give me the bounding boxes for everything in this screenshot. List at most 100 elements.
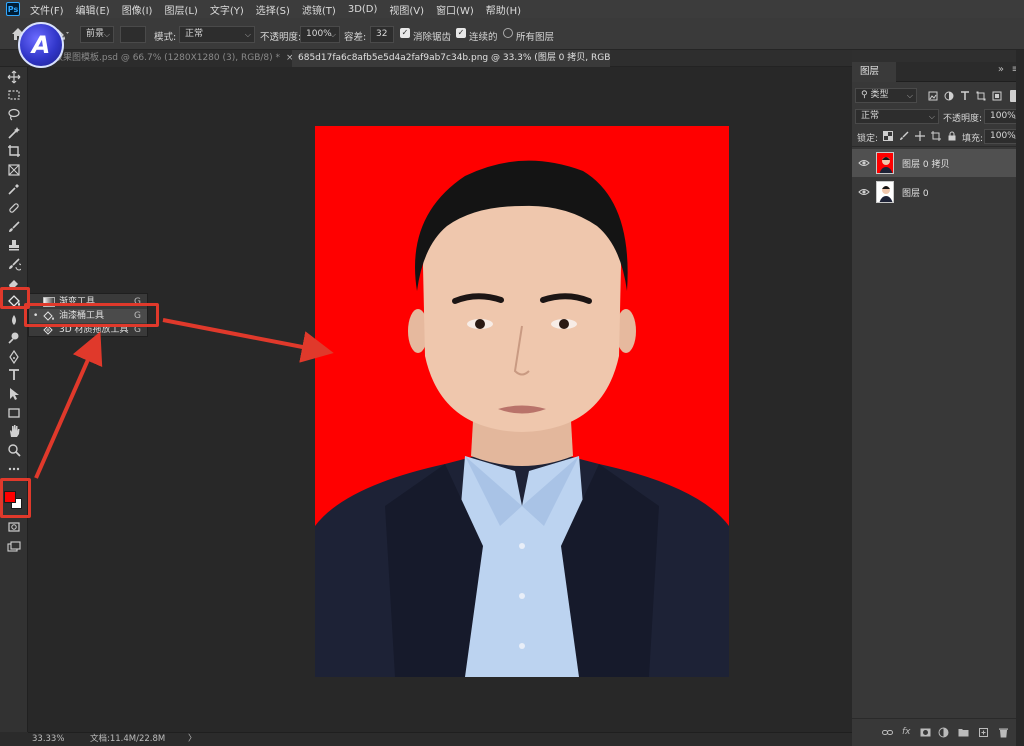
history-brush-tool-icon[interactable] xyxy=(5,256,23,272)
options-bar: 前景 ⌵ 模式: 正常 ⌵ 不透明度: 100% ⌵ 容差: 32 ✓ 消除锯齿 ✓ … xyxy=(0,18,1024,50)
smart-object-filter-icon[interactable] xyxy=(992,91,1002,101)
menu-select[interactable]: 选择(S) xyxy=(256,2,290,17)
divider xyxy=(852,146,1024,147)
layer-filter-select[interactable]: ⚲ 类型 ⌵ xyxy=(855,88,917,103)
eye-icon[interactable] xyxy=(858,186,870,198)
add-mask-icon[interactable] xyxy=(920,727,931,738)
tab-layers[interactable]: 图层 xyxy=(852,62,896,82)
fx-icon[interactable]: fx xyxy=(902,727,913,738)
zoom-tool-icon[interactable] xyxy=(5,442,23,458)
tools-panel xyxy=(0,67,28,732)
menu-layer[interactable]: 图层(L) xyxy=(164,2,197,17)
eye-icon[interactable] xyxy=(858,157,870,169)
all-layers-checkbox[interactable] xyxy=(503,28,513,38)
lock-pixels-icon[interactable] xyxy=(899,131,909,141)
delete-layer-icon[interactable] xyxy=(998,727,1009,738)
layer-name: 图层 0 xyxy=(902,189,929,199)
antialias-checkbox[interactable]: ✓ xyxy=(400,28,410,38)
rectangle-tool-icon[interactable] xyxy=(5,405,23,421)
shape-filter-icon[interactable] xyxy=(976,91,986,101)
lock-label: 锁定: xyxy=(857,134,879,144)
layer-row-original[interactable]: 图层 0 xyxy=(852,178,1024,206)
link-layers-icon[interactable] xyxy=(882,727,893,738)
menu-view[interactable]: 视图(V) xyxy=(389,2,424,17)
opacity-value: 100% xyxy=(306,29,332,39)
zoom-level[interactable]: 33.33% xyxy=(32,733,64,746)
menu-help[interactable]: 帮助(H) xyxy=(486,2,521,17)
lock-artboard-icon[interactable] xyxy=(931,131,941,141)
new-group-icon[interactable] xyxy=(958,727,969,738)
opacity-field[interactable]: 100% ⌵ xyxy=(300,26,340,43)
marquee-tool-icon[interactable] xyxy=(5,87,23,103)
layer-filter-value: 类型 xyxy=(870,90,889,100)
lock-position-icon[interactable] xyxy=(915,131,925,141)
menu-filter[interactable]: 滤镜(T) xyxy=(302,2,336,17)
screen-mode-icon[interactable] xyxy=(5,539,23,555)
layer-thumbnail xyxy=(876,181,894,203)
chevron-down-icon: ⌵ xyxy=(244,30,251,39)
lasso-tool-icon[interactable] xyxy=(5,106,23,122)
tab-label: 对比效果图模板.psd @ 66.7% (1280X1280 (3), RGB/… xyxy=(36,53,280,63)
menu-window[interactable]: 窗口(W) xyxy=(436,2,474,17)
blur-tool-icon[interactable] xyxy=(5,312,23,328)
adjustment-filter-icon[interactable] xyxy=(944,91,954,101)
blend-mode-value: 正常 xyxy=(861,111,880,121)
menu-edit[interactable]: 编辑(E) xyxy=(76,2,110,17)
pattern-swatch[interactable] xyxy=(120,26,146,43)
status-spacer xyxy=(0,732,28,746)
blend-mode-select[interactable]: 正常 ⌵ xyxy=(855,109,939,124)
move-tool-icon[interactable] xyxy=(5,69,23,85)
layer-row-copy[interactable]: 图层 0 拷贝 xyxy=(852,149,1024,177)
layer-name: 图层 0 拷贝 xyxy=(902,160,950,170)
healing-brush-tool-icon[interactable] xyxy=(5,200,23,216)
lock-all-icon[interactable] xyxy=(947,131,957,141)
document-tab-2[interactable]: 685d17fa6c8afb5e5d4a2faf9ab7c34b.png @ 3… xyxy=(292,50,610,67)
document-tab-bar: 对比效果图模板.psd @ 66.7% (1280X1280 (3), RGB/… xyxy=(0,50,852,67)
type-tool-icon[interactable] xyxy=(5,367,23,383)
crop-tool-icon[interactable] xyxy=(5,143,23,159)
antialias-label: 消除锯齿 xyxy=(413,32,452,43)
menu-image[interactable]: 图像(I) xyxy=(122,2,153,17)
menu-3d[interactable]: 3D(D) xyxy=(348,4,378,15)
menu-type[interactable]: 文字(Y) xyxy=(210,2,244,17)
brush-tool-icon[interactable] xyxy=(5,219,23,235)
dodge-tool-icon[interactable] xyxy=(5,330,23,346)
lock-transparent-icon[interactable] xyxy=(883,131,893,141)
layer-opacity-label: 不透明度: xyxy=(943,114,983,124)
tolerance-label: 容差: xyxy=(344,32,367,43)
pixel-filter-icon[interactable] xyxy=(928,91,938,101)
hand-tool-icon[interactable] xyxy=(5,423,23,439)
type-filter-icon[interactable] xyxy=(960,91,970,101)
mode-select[interactable]: 正常 ⌵ xyxy=(179,26,255,43)
fill-source-value: 前景 xyxy=(86,29,105,39)
contiguous-checkbox[interactable]: ✓ xyxy=(456,28,466,38)
pen-tool-icon[interactable] xyxy=(5,349,23,365)
collapse-panels-icon[interactable]: » xyxy=(998,64,1004,75)
more-tools-icon[interactable] xyxy=(5,461,23,477)
chevron-down-icon: ⌵ xyxy=(906,91,913,100)
document-canvas[interactable] xyxy=(315,126,729,677)
path-selection-tool-icon[interactable] xyxy=(5,386,23,402)
frame-tool-icon[interactable] xyxy=(5,162,23,178)
stamp-tool-icon[interactable] xyxy=(5,237,23,253)
tolerance-field[interactable]: 32 xyxy=(370,26,394,43)
new-layer-icon[interactable] xyxy=(978,727,989,738)
annotation-highlight-flyout-item xyxy=(24,303,159,327)
photoshop-logo: Ps xyxy=(6,2,20,16)
magic-wand-tool-icon[interactable] xyxy=(5,125,23,141)
tolerance-value: 32 xyxy=(376,29,388,39)
eyedropper-tool-icon[interactable] xyxy=(5,181,23,197)
fill-source-select[interactable]: 前景 ⌵ xyxy=(80,26,114,43)
menu-file[interactable]: 文件(F) xyxy=(30,2,64,17)
tab-label: 685d17fa6c8afb5e5d4a2faf9ab7c34b.png @ 3… xyxy=(298,53,610,63)
adjustment-layer-icon[interactable] xyxy=(938,727,949,738)
quick-mask-icon[interactable] xyxy=(5,519,23,535)
right-panel-dock: 图层 » ≡ ⚲ 类型⌵ 正常⌵ 不透明度: 100%⌵ 锁定: 填充: 100… xyxy=(852,50,1024,746)
document-tab-1[interactable]: 对比效果图模板.psd @ 66.7% (1280X1280 (3), RGB/… xyxy=(30,50,292,67)
chevron-down-icon: ⌵ xyxy=(103,30,110,39)
all-layers-label: 所有图层 xyxy=(516,32,555,43)
menu-bar: Ps 文件(F) 编辑(E) 图像(I) 图层(L) 文字(Y) 选择(S) 滤… xyxy=(0,0,1024,18)
layers-panel: ⚲ 类型 ⌵ 正常 ⌵ 不透明度: 100% ⌵ 锁定: 填充: 100% ⌵ 图层 0… xyxy=(852,82,1024,746)
mode-label: 模式: xyxy=(154,32,177,43)
chevron-right-icon[interactable]: 〉 xyxy=(188,733,197,746)
